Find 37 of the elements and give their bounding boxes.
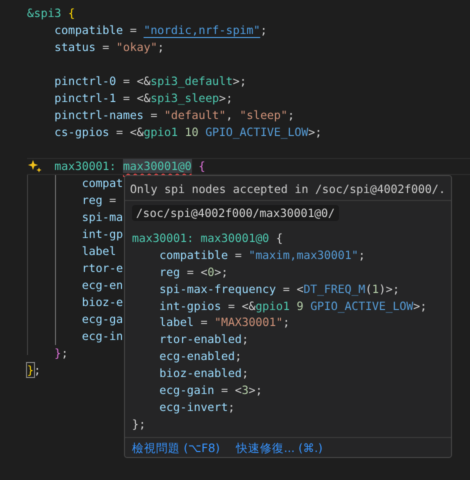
- sparkle-icon[interactable]: [28, 160, 42, 173]
- code-line: int-gp: [80, 227, 124, 241]
- node-path: /soc/spi@4002f000/max30001@0/: [132, 205, 339, 221]
- code-line: max30001: max30001@0 {: [132, 230, 284, 247]
- code-line: };: [27, 363, 41, 377]
- code-line: ecg-gain = <3>;: [158, 382, 264, 399]
- code-line: bioz-e: [80, 295, 124, 309]
- code-line: status = "okay";: [53, 40, 164, 54]
- code-line: ecg-ga: [80, 312, 124, 326]
- code-line: ecg-en: [80, 278, 124, 292]
- code-line: bioz-enabled;: [158, 365, 250, 382]
- code-line: rtor-e: [80, 261, 124, 275]
- code-line: max30001: max30001@0 {: [53, 159, 206, 173]
- code-line: label = "MAX30001";: [158, 314, 291, 332]
- error-message: Only spi nodes accepted in /soc/spi@4002f000/.: [129, 181, 446, 198]
- code-line: reg = <0>;: [158, 264, 230, 281]
- code-line: pinctrl-names = "default", "sleep";: [53, 108, 294, 122]
- code-line: int-gpios = <&gpio1 9 GPIO_ACTIVE_LOW>;: [158, 298, 428, 314]
- code-line: compatible = "maxim,max30001";: [158, 246, 366, 264]
- code-line: };: [53, 346, 68, 360]
- code-line: ecg-invert;: [158, 398, 236, 416]
- code-line: };: [132, 416, 147, 433]
- code-line: spi-ma: [80, 210, 124, 224]
- code-line: rtor-enabled;: [158, 331, 250, 348]
- code-line: reg =: [80, 193, 116, 207]
- code-line: compatible = "nordic,nrf-spim";: [53, 23, 268, 37]
- code-line: ecg-enabled;: [158, 348, 243, 366]
- code-line: label: [80, 244, 116, 258]
- quick-fix-link[interactable]: 快速修復... (⌘.): [236, 440, 323, 456]
- code-line: ecg-in: [80, 329, 124, 343]
- code-line: &spi3 {: [27, 6, 76, 20]
- code-line: cs-gpios = <&gpio1 10 GPIO_ACTIVE_LOW>;: [53, 125, 322, 139]
- code-line: pinctrl-0 = <&spi3_default>;: [53, 74, 246, 88]
- code-line: compat: [80, 176, 124, 190]
- view-problem-link[interactable]: 檢視問題 (⌥F8): [132, 440, 220, 456]
- code-line: pinctrl-1 = <&spi3_sleep>;: [53, 91, 233, 105]
- code-line: spi-max-frequency = <DT_FREQ_M(1)>;: [158, 280, 400, 298]
